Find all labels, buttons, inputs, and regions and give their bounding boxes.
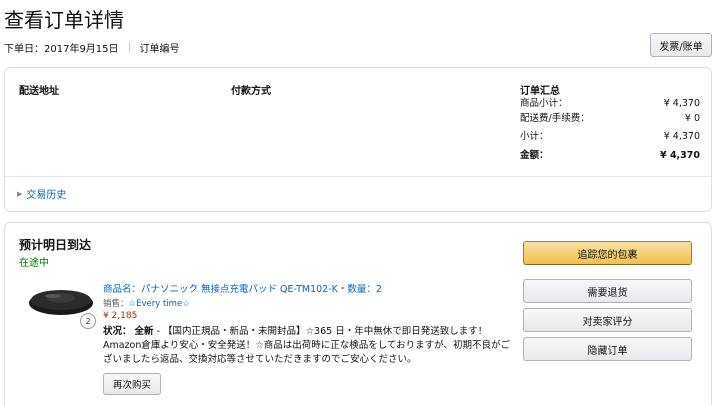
condition-value: 全新: [134, 326, 154, 337]
section-divider: [5, 176, 711, 177]
order-date: 下单日：2017年9月15日: [4, 44, 119, 55]
track-package-button[interactable]: 追踪您的包裹: [523, 241, 692, 265]
caret-right-icon: ▶: [17, 189, 23, 198]
summary-value: ¥ 0: [684, 112, 700, 124]
condition-label: 状况：: [103, 326, 132, 337]
seller-line: 销售：☆Every time☆: [103, 297, 190, 309]
summary-label: 配送费/手续费：: [520, 112, 590, 124]
meta-divider: [128, 42, 130, 53]
summary-value: ¥ 4,370: [660, 149, 700, 161]
quantity-badge: 2: [80, 313, 96, 329]
payment-method-label: 付款方式: [231, 86, 271, 97]
summary-label: 金额：: [520, 149, 549, 161]
product-condition: 状况： 全新 - 【国内正規品・新品・未開封品】☆365 日・年中無休で即日発送…: [103, 325, 511, 367]
condition-text: - 【国内正規品・新品・未開封品】☆365 日・年中無休で即日発送致します！Am…: [103, 326, 510, 365]
order-details-box: 配送地址 付款方式 订单汇总 商品小计： ¥ 4,370 配送费/手续费： ¥ …: [4, 67, 712, 212]
seller-prefix: 销售：: [103, 299, 129, 309]
summary-label: 商品小计：: [520, 98, 568, 109]
shipment-status: 在途中: [19, 258, 49, 269]
summary-label: 小计：: [520, 131, 549, 142]
summary-row-shipping: 配送费/手续费： ¥ 0: [520, 112, 700, 127]
summary-row-subtotal: 商品小计： ¥ 4,370: [520, 97, 700, 112]
hide-order-button[interactable]: 隐藏订单: [523, 337, 692, 361]
return-items-button[interactable]: 需要退货: [523, 279, 692, 303]
summary-value: ¥ 4,370: [663, 131, 700, 142]
rate-seller-button[interactable]: 对卖家评分: [523, 308, 692, 332]
order-number-label: 订单编号: [139, 44, 180, 55]
page-title: 查看订单详情: [4, 8, 124, 32]
transaction-history-link[interactable]: ▶ 交易历史: [17, 186, 66, 202]
shipping-address-label: 配送地址: [19, 86, 59, 97]
product-name-link[interactable]: 商品名：パナソニック 無接点充電パッド QE-TM102-K・数量：2: [103, 281, 382, 295]
order-meta: 下单日：2017年9月15日 订单编号: [4, 40, 180, 55]
product-price: ¥ 2,185: [103, 311, 138, 321]
summary-row-total-before: 小计： ¥ 4,370: [520, 130, 700, 145]
summary-row-grand-total: 金额： ¥ 4,370: [520, 149, 700, 164]
order-summary: 商品小计： ¥ 4,370 配送费/手续费： ¥ 0 小计： ¥ 4,370 金…: [520, 97, 700, 163]
buy-again-button[interactable]: 再次购买: [103, 373, 161, 395]
invoice-button[interactable]: 发票/账单: [650, 33, 712, 57]
delivery-estimate: 预计明日到达: [19, 238, 92, 252]
summary-value: ¥ 4,370: [663, 98, 700, 109]
order-summary-title: 订单汇总: [520, 86, 560, 97]
seller-name-link[interactable]: ☆Every time☆: [129, 299, 190, 309]
transaction-history-label[interactable]: 交易历史: [26, 186, 66, 201]
